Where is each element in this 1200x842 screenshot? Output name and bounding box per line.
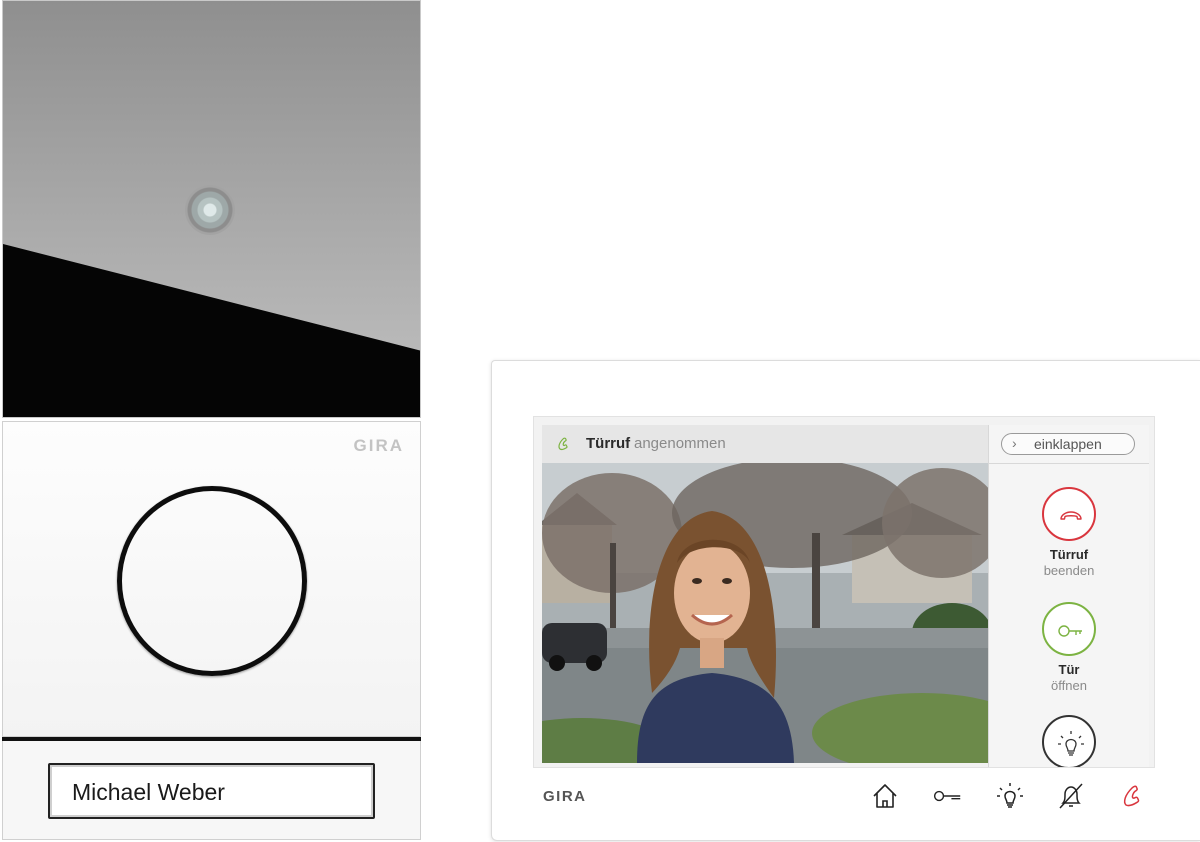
indoor-brand-logo: GIRA <box>543 788 587 805</box>
camera-lens-icon <box>185 185 235 235</box>
video-feed <box>542 463 988 763</box>
action-panel: › einklappen Türruf beenden Tür öffnen <box>988 425 1149 767</box>
light-icon[interactable] <box>995 781 1025 811</box>
bell-button-panel: GIRA <box>2 421 421 737</box>
open-door-sublabel: öffnen <box>1051 678 1087 693</box>
end-call-sublabel: beenden <box>1043 563 1095 578</box>
touch-screen: Türruf angenommen › einklappen Türruf be… <box>533 416 1155 768</box>
outdoor-station: GIRA Michael Weber <box>2 0 421 840</box>
nameplate-text: Michael Weber <box>72 779 225 805</box>
key-icon[interactable] <box>932 781 962 811</box>
indoor-bottom-bar: GIRA <box>492 781 1200 841</box>
indoor-station: Türruf angenommen › einklappen Türruf be… <box>491 360 1200 841</box>
open-door-button[interactable]: Tür öffnen <box>989 602 1149 693</box>
outdoor-brand-logo: GIRA <box>353 436 404 455</box>
collapse-button-label: einklappen <box>1034 436 1102 452</box>
end-call-label: Türruf <box>1049 547 1089 562</box>
doorbell-button[interactable] <box>117 486 307 676</box>
nameplate-module: Michael Weber <box>2 741 421 840</box>
chevron-right-icon: › <box>1012 435 1017 451</box>
light-bulb-icon <box>1058 731 1084 756</box>
call-status-bar: Türruf angenommen <box>542 425 988 463</box>
open-door-label: Tür <box>1058 662 1080 677</box>
phone-hangup-icon <box>1060 511 1082 520</box>
panel-separator <box>989 463 1149 464</box>
home-icon[interactable] <box>870 781 900 811</box>
call-status-label: Türruf <box>586 435 631 452</box>
call-status-detail: angenommen <box>634 435 726 452</box>
collapse-button[interactable]: › einklappen <box>1001 433 1135 455</box>
light-button[interactable] <box>989 715 1149 767</box>
mute-bell-icon[interactable] <box>1056 781 1086 811</box>
end-call-button[interactable]: Türruf beenden <box>989 487 1149 578</box>
camera-module <box>2 0 421 418</box>
phone-icon[interactable] <box>1120 781 1150 811</box>
key-icon <box>1058 625 1082 637</box>
phone-accepted-icon <box>558 437 568 451</box>
nameplate: Michael Weber <box>48 763 375 819</box>
